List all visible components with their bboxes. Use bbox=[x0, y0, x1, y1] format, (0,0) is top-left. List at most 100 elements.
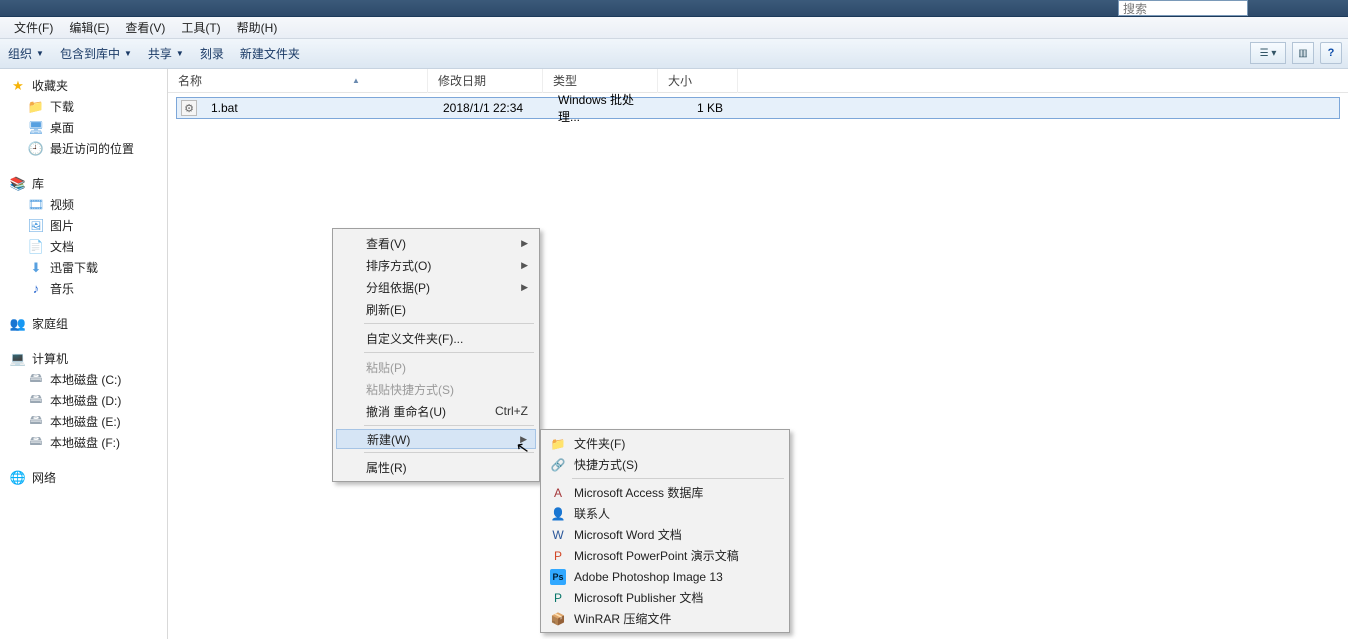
separator bbox=[364, 452, 534, 453]
ctx-properties[interactable]: 属性(R) bbox=[336, 456, 536, 478]
chevron-down-icon: ▼ bbox=[176, 49, 184, 58]
search-input[interactable]: 搜索 bbox=[1118, 0, 1248, 16]
menu-bar: 文件(F) 编辑(E) 查看(V) 工具(T) 帮助(H) bbox=[0, 17, 1348, 39]
music-icon: ♪ bbox=[28, 281, 44, 297]
ctx-sort[interactable]: 排序方式(O)▶ bbox=[336, 254, 536, 276]
submenu-arrow-icon: ▶ bbox=[521, 282, 528, 293]
new-photoshop[interactable]: PsAdobe Photoshop Image 13 bbox=[544, 566, 786, 587]
context-menu: 查看(V)▶ 排序方式(O)▶ 分组依据(P)▶ 刷新(E) 自定义文件夹(F)… bbox=[332, 228, 540, 482]
tool-organize[interactable]: 组织▼ bbox=[8, 45, 44, 62]
folder-icon: 📁 bbox=[28, 99, 44, 115]
menu-help[interactable]: 帮助(H) bbox=[229, 17, 286, 39]
ctx-undo[interactable]: 撤消 重命名(U)Ctrl+Z bbox=[336, 400, 536, 422]
shortcut-icon: 🔗 bbox=[550, 457, 566, 473]
sidebar-item-drive-f[interactable]: 🖴本地磁盘 (F:) bbox=[0, 432, 167, 453]
sidebar-favorites[interactable]: ★收藏夹 bbox=[0, 75, 167, 96]
new-submenu: 📁文件夹(F) 🔗快捷方式(S) AMicrosoft Access 数据库 👤… bbox=[540, 429, 790, 633]
desktop-icon: 🖥 bbox=[28, 120, 44, 136]
sidebar-homegroup[interactable]: 👥家庭组 bbox=[0, 313, 167, 334]
sort-asc-icon: ▲ bbox=[352, 76, 360, 85]
winrar-icon: 📦 bbox=[550, 611, 566, 627]
ctx-refresh[interactable]: 刷新(E) bbox=[336, 298, 536, 320]
drive-icon: 🖴 bbox=[28, 372, 44, 388]
folder-icon: 📁 bbox=[550, 436, 566, 452]
title-bar: 搜索 bbox=[0, 0, 1348, 17]
sidebar-item-pictures[interactable]: 🖼图片 bbox=[0, 215, 167, 236]
chevron-down-icon: ▼ bbox=[124, 49, 132, 58]
submenu-arrow-icon: ▶ bbox=[521, 260, 528, 271]
batch-file-icon: ⚙ bbox=[181, 100, 197, 116]
shortcut-label: Ctrl+Z bbox=[495, 404, 528, 418]
col-type[interactable]: 类型 bbox=[543, 69, 658, 93]
tool-new-folder[interactable]: 新建文件夹 bbox=[240, 45, 300, 62]
computer-icon: 💻 bbox=[10, 351, 26, 367]
video-icon: 🎞 bbox=[28, 197, 44, 213]
photoshop-icon: Ps bbox=[550, 569, 566, 585]
ctx-paste-shortcut: 粘贴快捷方式(S) bbox=[336, 378, 536, 400]
homegroup-icon: 👥 bbox=[10, 316, 26, 332]
sidebar-item-documents[interactable]: 📄文档 bbox=[0, 236, 167, 257]
chevron-down-icon: ▼ bbox=[36, 49, 44, 58]
sidebar-item-thunder[interactable]: ⬇迅雷下载 bbox=[0, 257, 167, 278]
table-row[interactable]: ⚙ 1.bat 2018/1/1 22:34 Windows 批处理... 1 … bbox=[176, 97, 1340, 119]
library-icon: 📚 bbox=[10, 176, 26, 192]
picture-icon: 🖼 bbox=[28, 218, 44, 234]
separator bbox=[364, 352, 534, 353]
file-type: Windows 批处理... bbox=[548, 91, 663, 125]
tool-share[interactable]: 共享▼ bbox=[148, 45, 184, 62]
new-shortcut[interactable]: 🔗快捷方式(S) bbox=[544, 454, 786, 475]
col-size[interactable]: 大小 bbox=[658, 69, 738, 93]
network-icon: 🌐 bbox=[10, 470, 26, 486]
sidebar-item-drive-c[interactable]: 🖴本地磁盘 (C:) bbox=[0, 369, 167, 390]
tool-include[interactable]: 包含到库中▼ bbox=[60, 45, 132, 62]
sidebar-libraries[interactable]: 📚库 bbox=[0, 173, 167, 194]
ctx-group[interactable]: 分组依据(P)▶ bbox=[336, 276, 536, 298]
thunder-icon: ⬇ bbox=[28, 260, 44, 276]
submenu-arrow-icon: ▶ bbox=[521, 238, 528, 249]
word-icon: W bbox=[550, 527, 566, 543]
col-date[interactable]: 修改日期 bbox=[428, 69, 543, 93]
menu-edit[interactable]: 编辑(E) bbox=[61, 17, 117, 39]
file-name: 1.bat bbox=[201, 101, 433, 115]
sidebar-item-drive-d[interactable]: 🖴本地磁盘 (D:) bbox=[0, 390, 167, 411]
sidebar-item-videos[interactable]: 🎞视频 bbox=[0, 194, 167, 215]
new-word[interactable]: WMicrosoft Word 文档 bbox=[544, 524, 786, 545]
sidebar-computer[interactable]: 💻计算机 bbox=[0, 348, 167, 369]
ctx-new[interactable]: 新建(W)▶ bbox=[336, 429, 536, 449]
menu-file[interactable]: 文件(F) bbox=[6, 17, 61, 39]
separator bbox=[572, 478, 784, 479]
drive-icon: 🖴 bbox=[28, 393, 44, 409]
separator bbox=[364, 425, 534, 426]
sidebar-item-recent[interactable]: 🕘最近访问的位置 bbox=[0, 138, 167, 159]
submenu-arrow-icon: ▶ bbox=[520, 434, 527, 445]
access-icon: A bbox=[550, 485, 566, 501]
help-button[interactable]: ? bbox=[1320, 42, 1342, 64]
star-icon: ★ bbox=[10, 78, 26, 94]
new-publisher[interactable]: PMicrosoft Publisher 文档 bbox=[544, 587, 786, 608]
sidebar-item-desktop[interactable]: 🖥桌面 bbox=[0, 117, 167, 138]
new-access[interactable]: AMicrosoft Access 数据库 bbox=[544, 482, 786, 503]
drive-icon: 🖴 bbox=[28, 435, 44, 451]
menu-tools[interactable]: 工具(T) bbox=[173, 17, 228, 39]
contact-icon: 👤 bbox=[550, 506, 566, 522]
drive-icon: 🖴 bbox=[28, 414, 44, 430]
preview-pane-button[interactable]: ▥ bbox=[1292, 42, 1314, 64]
new-contact[interactable]: 👤联系人 bbox=[544, 503, 786, 524]
publisher-icon: P bbox=[550, 590, 566, 606]
sidebar-item-music[interactable]: ♪音乐 bbox=[0, 278, 167, 299]
col-name[interactable]: 名称▲ bbox=[168, 69, 428, 93]
sidebar-item-downloads[interactable]: 📁下载 bbox=[0, 96, 167, 117]
new-folder[interactable]: 📁文件夹(F) bbox=[544, 433, 786, 454]
view-mode-button[interactable]: ☰ ▾ bbox=[1250, 42, 1286, 64]
powerpoint-icon: P bbox=[550, 548, 566, 564]
document-icon: 📄 bbox=[28, 239, 44, 255]
tool-burn[interactable]: 刻录 bbox=[200, 45, 224, 62]
ctx-customize[interactable]: 自定义文件夹(F)... bbox=[336, 327, 536, 349]
ctx-view[interactable]: 查看(V)▶ bbox=[336, 232, 536, 254]
new-winrar[interactable]: 📦WinRAR 压缩文件 bbox=[544, 608, 786, 629]
sidebar-item-drive-e[interactable]: 🖴本地磁盘 (E:) bbox=[0, 411, 167, 432]
sidebar-network[interactable]: 🌐网络 bbox=[0, 467, 167, 488]
menu-view[interactable]: 查看(V) bbox=[117, 17, 173, 39]
file-date: 2018/1/1 22:34 bbox=[433, 101, 548, 115]
new-ppt[interactable]: PMicrosoft PowerPoint 演示文稿 bbox=[544, 545, 786, 566]
